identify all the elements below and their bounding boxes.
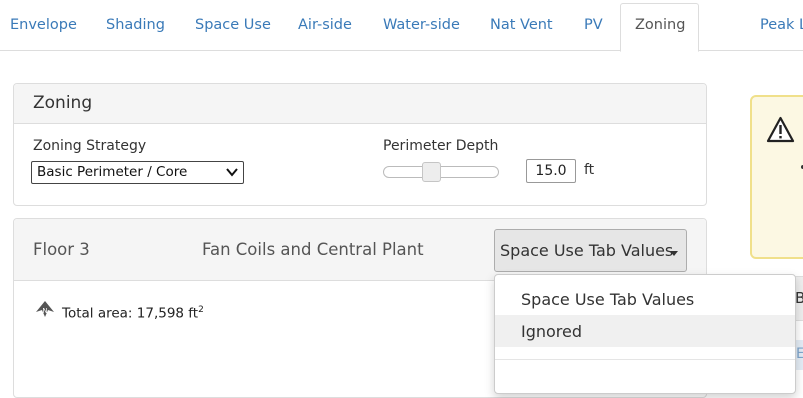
tab-peak-loads[interactable]: Peak L	[760, 17, 803, 33]
menu-item-space-use-tab-values[interactable]: Space Use Tab Values	[495, 283, 795, 315]
menu-item-label: Ignored	[521, 322, 583, 341]
tab-water-side[interactable]: Water-side	[383, 17, 460, 33]
perimeter-depth-slider[interactable]	[383, 166, 499, 178]
menu-item-ignored[interactable]: Ignored	[495, 315, 795, 347]
zoning-strategy-label: Zoning Strategy	[33, 138, 147, 154]
perimeter-depth-unit: ft	[584, 162, 595, 178]
svg-text:N: N	[42, 307, 47, 315]
tab-zoning[interactable]: Zoning	[620, 3, 699, 52]
tab-space-use[interactable]: Space Use	[195, 17, 271, 33]
total-area-unit-exponent: 2	[198, 305, 204, 315]
zoning-strategy-select[interactable]: Basic Perimeter / Core	[31, 161, 244, 184]
zoning-panel-header: Zoning	[14, 84, 706, 124]
perimeter-depth-label: Perimeter Depth	[383, 138, 499, 154]
chevron-down-icon	[226, 168, 238, 177]
floor-system-name: Fan Coils and Central Plant	[202, 240, 424, 259]
tab-zoning-label: Zoning	[635, 17, 686, 33]
menu-divider	[495, 359, 795, 360]
warning-icon	[766, 116, 795, 143]
tab-bar: Envelope Shading Space Use Air-side Wate…	[0, 0, 803, 52]
floor-name: Floor 3	[33, 240, 90, 259]
caret-down-icon	[670, 251, 678, 256]
tab-nat-vent[interactable]: Nat Vent	[490, 17, 553, 33]
tab-shading[interactable]: Shading	[106, 17, 165, 33]
perimeter-depth-slider-handle[interactable]	[421, 162, 441, 182]
tab-envelope[interactable]: Envelope	[10, 17, 77, 33]
menu-item-label: Space Use Tab Values	[521, 290, 695, 309]
zoning-strategy-value: Basic Perimeter / Core	[37, 164, 188, 180]
tab-air-side[interactable]: Air-side	[298, 17, 352, 33]
space-use-dropdown-value: Space Use Tab Values	[500, 241, 674, 260]
north-arrow-icon: N	[36, 301, 54, 317]
tab-pv[interactable]: PV	[584, 17, 603, 33]
right-side-letter-b: B	[795, 289, 803, 307]
right-side-letter-e: E	[796, 346, 803, 362]
zoning-panel-title: Zoning	[33, 93, 93, 113]
space-use-dropdown-button[interactable]: Space Use Tab Values	[494, 229, 687, 272]
perimeter-depth-input[interactable]: 15.0	[526, 159, 576, 183]
total-area: Total area: 17,598 ft2	[62, 305, 204, 322]
total-area-label: Total area: 17,598 ft	[62, 305, 199, 322]
space-use-dropdown-menu: Space Use Tab Values Ignored	[494, 274, 796, 394]
